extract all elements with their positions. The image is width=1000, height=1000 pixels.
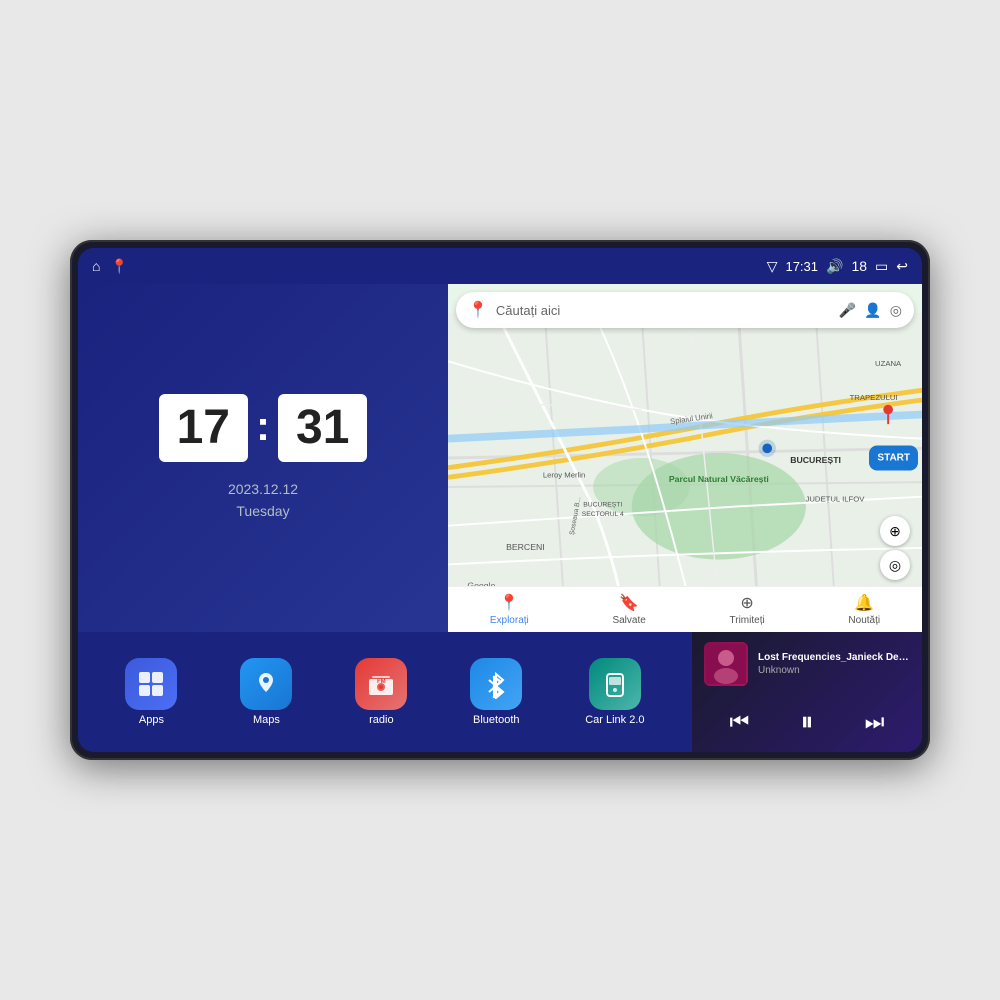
maps-icon[interactable]: 📍 bbox=[110, 258, 127, 275]
account-icon[interactable]: 👤 bbox=[864, 302, 881, 319]
voice-search-icon[interactable]: 🎤 bbox=[839, 302, 856, 319]
app-item-maps[interactable]: Maps bbox=[240, 658, 292, 726]
carlink-label: Car Link 2.0 bbox=[585, 714, 644, 726]
volume-icon[interactable]: 🔊 bbox=[826, 258, 843, 275]
map-location-button[interactable]: ⊕ bbox=[880, 516, 910, 546]
bluetooth-app-icon bbox=[470, 658, 522, 710]
layers-icon[interactable]: ◎ bbox=[890, 302, 902, 319]
explore-icon: 📍 bbox=[499, 593, 519, 613]
map-start-button[interactable]: START bbox=[869, 446, 918, 471]
app-item-carlink[interactable]: Car Link 2.0 bbox=[585, 658, 644, 726]
clock-hour: 17 bbox=[159, 394, 248, 462]
clock-date: 2023.12.12 Tuesday bbox=[228, 478, 298, 523]
start-label: START bbox=[877, 452, 910, 465]
music-text: Lost Frequencies_Janieck Devy-... Unknow… bbox=[758, 652, 910, 676]
map-background: Parcul Natural Văcărești Leroy Merlin BU… bbox=[448, 284, 922, 632]
back-icon[interactable]: ↩ bbox=[896, 258, 908, 275]
clock-minute: 31 bbox=[278, 394, 367, 462]
music-title: Lost Frequencies_Janieck Devy-... bbox=[758, 652, 910, 663]
map-search-placeholder[interactable]: Căutați aici bbox=[496, 303, 839, 318]
map-bottom-nav: 📍 Explorați 🔖 Salvate ⊕ Trimiteți 🔔 bbox=[448, 586, 922, 632]
bottom-section: Apps Maps bbox=[78, 632, 922, 752]
svg-text:FM: FM bbox=[377, 679, 386, 685]
carlink-icon-svg bbox=[600, 669, 630, 699]
svg-text:Leroy Merlin: Leroy Merlin bbox=[543, 470, 585, 479]
maps-label: Maps bbox=[253, 714, 280, 726]
map-search-bar[interactable]: 📍 Căutați aici 🎤 👤 ◎ bbox=[456, 292, 914, 328]
saved-label: Salvate bbox=[612, 615, 645, 626]
svg-text:JUDEȚUL ILFOV: JUDEȚUL ILFOV bbox=[805, 495, 865, 504]
bluetooth-label: Bluetooth bbox=[473, 714, 519, 726]
status-left-icons: ⌂ 📍 bbox=[92, 258, 128, 275]
map-nav-saved[interactable]: 🔖 Salvate bbox=[612, 593, 645, 626]
explore-label: Explorați bbox=[490, 615, 529, 626]
battery-level: 18 bbox=[851, 258, 867, 274]
svg-text:BUCUREȘTI: BUCUREȘTI bbox=[790, 455, 841, 465]
battery-icon: ▭ bbox=[875, 258, 888, 275]
music-controls: ⏮ ⏸ ⏭ bbox=[704, 702, 910, 742]
share-icon: ⊕ bbox=[740, 593, 753, 613]
app-item-radio[interactable]: FM radio bbox=[355, 658, 407, 726]
prev-button[interactable]: ⏮ bbox=[726, 705, 754, 739]
music-info: Lost Frequencies_Janieck Devy-... Unknow… bbox=[704, 642, 910, 686]
news-icon: 🔔 bbox=[854, 593, 874, 613]
music-artist: Unknown bbox=[758, 665, 910, 676]
play-pause-button[interactable]: ⏸ bbox=[796, 702, 817, 742]
maps-icon-svg bbox=[251, 669, 281, 699]
status-bar: ⌂ 📍 ▽ 17:31 🔊 18 ▭ ↩ bbox=[78, 248, 922, 284]
maps-app-icon bbox=[240, 658, 292, 710]
saved-icon: 🔖 bbox=[619, 593, 639, 613]
map-search-actions: 🎤 👤 ◎ bbox=[839, 302, 902, 319]
home-icon[interactable]: ⌂ bbox=[92, 258, 100, 274]
status-right-info: ▽ 17:31 🔊 18 ▭ ↩ bbox=[767, 258, 908, 275]
car-display-device: ⌂ 📍 ▽ 17:31 🔊 18 ▭ ↩ 17 : bbox=[70, 240, 930, 760]
radio-app-icon: FM bbox=[355, 658, 407, 710]
svg-text:UZANA: UZANA bbox=[875, 359, 902, 368]
map-nav-news[interactable]: 🔔 Noutăți bbox=[848, 593, 880, 626]
apps-icon-svg bbox=[136, 669, 166, 699]
clock-date-value: 2023.12.12 bbox=[228, 478, 298, 500]
map-compass[interactable]: ◎ bbox=[880, 550, 910, 580]
main-content: 17 : 31 2023.12.12 Tuesday bbox=[78, 284, 922, 752]
radio-icon-svg: FM bbox=[366, 669, 396, 699]
map-nav-share[interactable]: ⊕ Trimiteți bbox=[730, 593, 765, 626]
signal-icon: ▽ bbox=[767, 258, 778, 275]
map-nav-explore[interactable]: 📍 Explorați bbox=[490, 593, 529, 626]
bluetooth-icon-svg bbox=[481, 669, 511, 699]
app-item-apps[interactable]: Apps bbox=[125, 658, 177, 726]
share-label: Trimiteți bbox=[730, 615, 765, 626]
apps-icon bbox=[125, 658, 177, 710]
svg-text:BERCENI: BERCENI bbox=[506, 542, 545, 552]
news-label: Noutăți bbox=[848, 615, 880, 626]
app-item-bluetooth[interactable]: Bluetooth bbox=[470, 658, 522, 726]
album-art bbox=[704, 642, 748, 686]
svg-text:BUCUREȘTI: BUCUREȘTI bbox=[583, 501, 622, 508]
apps-panel: Apps Maps bbox=[78, 632, 692, 752]
clock-panel: 17 : 31 2023.12.12 Tuesday bbox=[78, 284, 448, 632]
clock-day-value: Tuesday bbox=[228, 500, 298, 522]
map-panel[interactable]: Parcul Natural Văcărești Leroy Merlin BU… bbox=[448, 284, 922, 632]
apps-label: Apps bbox=[139, 714, 164, 726]
svg-text:Parcul Natural Văcărești: Parcul Natural Văcărești bbox=[669, 474, 769, 484]
clock-display: 17 : 31 bbox=[159, 394, 368, 462]
clock-colon: : bbox=[256, 402, 270, 450]
status-time: 17:31 bbox=[785, 259, 818, 274]
map-pin-icon: 📍 bbox=[468, 300, 488, 320]
carlink-app-icon bbox=[589, 658, 641, 710]
music-player: Lost Frequencies_Janieck Devy-... Unknow… bbox=[692, 632, 922, 752]
svg-text:SECTORUL 4: SECTORUL 4 bbox=[582, 511, 624, 518]
device-screen: ⌂ 📍 ▽ 17:31 🔊 18 ▭ ↩ 17 : bbox=[78, 248, 922, 752]
top-section: 17 : 31 2023.12.12 Tuesday bbox=[78, 284, 922, 632]
svg-text:TRAPEZULUI: TRAPEZULUI bbox=[850, 393, 898, 402]
next-button[interactable]: ⏭ bbox=[861, 705, 889, 739]
radio-label: radio bbox=[369, 714, 393, 726]
